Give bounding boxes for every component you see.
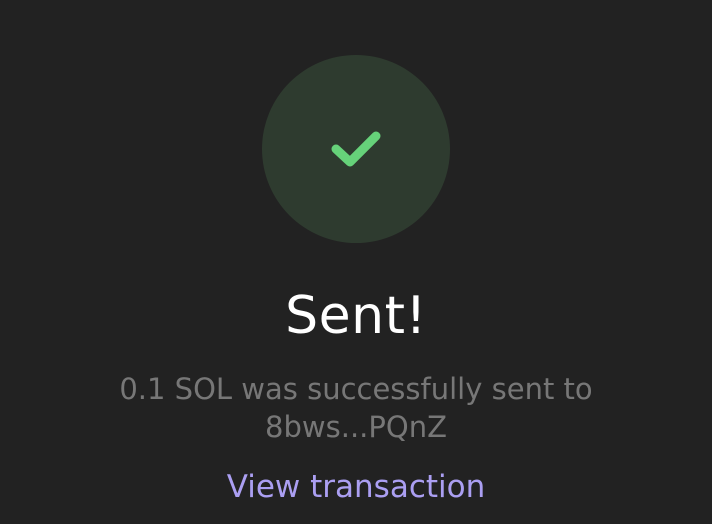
view-transaction-link[interactable]: View transaction <box>196 467 516 507</box>
transaction-success-screen: Sent! 0.1 SOL was successfully sent to 8… <box>0 0 712 524</box>
recipient-address: 8bws...PQnZ <box>265 410 447 444</box>
success-message: 0.1 SOL was successfully sent to 8bws...… <box>60 370 652 446</box>
success-message-line1: 0.1 SOL was successfully sent to <box>119 372 593 406</box>
checkmark-icon <box>328 127 384 171</box>
sent-title: Sent! <box>285 286 427 346</box>
success-status-circle <box>262 55 450 243</box>
